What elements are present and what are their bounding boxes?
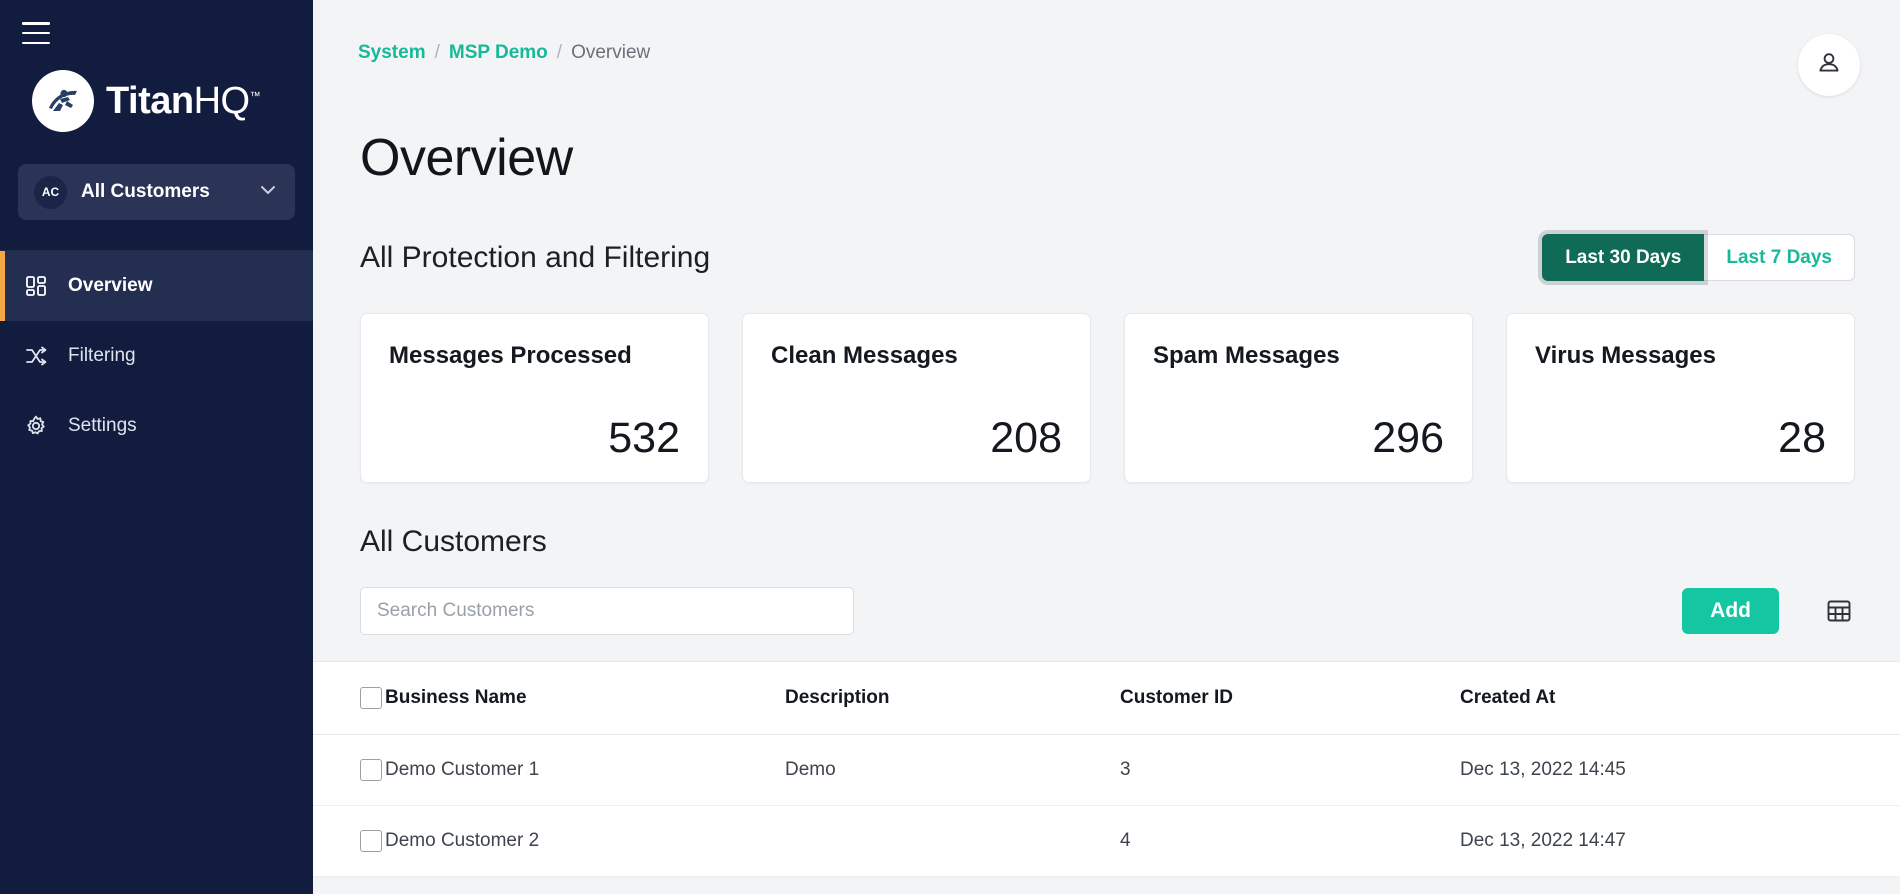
table-body: Demo Customer 1 Demo 3 Dec 13, 2022 14:4… [313,734,1900,877]
sidebar-item-filtering[interactable]: Filtering [0,321,313,391]
sidebar-nav: Overview Filtering Settings [0,251,313,461]
toolbar-actions: Add [1682,588,1855,634]
customers-table: Business Name Description Customer ID Cr… [313,662,1900,877]
stat-card-label: Spam Messages [1153,342,1340,369]
select-all-cell [313,662,385,735]
user-account-button[interactable] [1798,34,1860,96]
stat-card-group: Messages Processed 532 Clean Messages 20… [360,313,1855,483]
breadcrumb-separator: / [434,42,440,63]
table-header-row: Business Name Description Customer ID Cr… [313,662,1900,735]
stat-card-spam-messages: Spam Messages 296 [1124,313,1473,483]
customer-selector[interactable]: AC All Customers [18,164,295,220]
shuffle-icon [22,342,50,370]
breadcrumb-link-system[interactable]: System [358,42,426,64]
main-content: System / MSP Demo / Overview Overview Al… [313,0,1900,894]
column-header-business-name[interactable]: Business Name [385,662,785,735]
cell-business-name: Demo Customer 2 [385,805,785,877]
customers-toolbar: Add [360,587,1855,635]
top-bar: System / MSP Demo / Overview [313,0,1900,96]
hamburger-bar [22,41,50,44]
section-title-customers: All Customers [360,525,547,558]
cell-customer-id: 3 [1120,734,1460,806]
sidebar-item-label: Settings [68,415,137,436]
sidebar-item-label: Filtering [68,345,136,366]
sidebar-item-label: Overview [68,275,153,296]
row-checkbox[interactable] [360,829,382,852]
breadcrumb: System / MSP Demo / Overview [358,34,650,64]
add-customer-button[interactable]: Add [1682,588,1779,634]
table-row[interactable]: Demo Customer 1 Demo 3 Dec 13, 2022 14:4… [313,734,1900,806]
page-title: Overview [360,129,573,187]
hamburger-icon[interactable] [22,22,52,44]
breadcrumb-current: Overview [571,42,651,63]
brand-logo: TitanHQ™ [32,68,313,134]
stat-card-label: Messages Processed [389,342,632,369]
brand-word-light: HQ [193,80,251,122]
titanhq-mark-icon [32,70,94,132]
cell-created-at: Dec 13, 2022 14:45 [1460,734,1900,806]
chevron-down-icon [257,179,279,206]
brand-word-bold: Titan [106,80,194,122]
stat-card-virus-messages: Virus Messages 28 [1506,313,1855,483]
sidebar-item-settings[interactable]: Settings [0,391,313,461]
search-customers-input[interactable] [360,587,854,635]
cell-description: Demo [785,734,1120,806]
cell-created-at: Dec 13, 2022 14:47 [1460,805,1900,877]
customers-table-container: Business Name Description Customer ID Cr… [313,661,1900,877]
select-all-checkbox[interactable] [360,686,382,709]
breadcrumb-separator: / [556,42,563,63]
stat-card-clean-messages: Clean Messages 208 [742,313,1091,483]
app-root: TitanHQ™ AC All Customers Overview Filte… [0,0,1900,894]
dashboard-grid-icon [22,272,50,300]
toggle-last-7-days[interactable]: Last 7 Days [1704,234,1855,281]
section-title-protection: All Protection and Filtering [360,240,711,274]
toggle-last-30-days[interactable]: Last 30 Days [1542,234,1705,281]
brand-trademark: ™ [249,90,261,103]
row-checkbox[interactable] [360,758,382,781]
cell-customer-id: 4 [1120,805,1460,877]
row-select-cell [313,734,385,806]
customer-selector-label: All Customers [81,181,210,202]
table-view-icon[interactable] [1823,595,1855,627]
date-range-toggle: Last 30 Days Last 7 Days [1542,234,1855,281]
gear-icon [22,412,50,440]
row-select-cell [313,805,385,877]
breadcrumb-link-msp-demo[interactable]: MSP Demo [449,42,548,64]
user-icon [1815,49,1843,82]
brand-wordmark: TitanHQ™ [106,80,261,122]
stat-card-value: 208 [990,414,1062,462]
customer-avatar-badge: AC [34,175,67,209]
hamburger-bar [22,22,50,25]
column-header-created-at[interactable]: Created At [1460,662,1900,735]
stat-card-label: Virus Messages [1535,342,1716,369]
hamburger-bar [22,31,50,35]
table-row[interactable]: Demo Customer 2 4 Dec 13, 2022 14:47 [313,805,1900,877]
stat-card-label: Clean Messages [771,342,958,369]
protection-section-header: All Protection and Filtering Last 30 Day… [360,234,1855,281]
column-header-customer-id[interactable]: Customer ID [1120,662,1460,735]
cell-description [785,805,1120,877]
stat-card-value: 532 [608,414,680,462]
sidebar-item-overview[interactable]: Overview [0,251,313,321]
cell-business-name: Demo Customer 1 [385,734,785,806]
stat-card-messages-processed: Messages Processed 532 [360,313,709,483]
stat-card-value: 296 [1372,414,1444,462]
sidebar: TitanHQ™ AC All Customers Overview Filte… [0,0,313,894]
stat-card-value: 28 [1778,414,1826,462]
column-header-description[interactable]: Description [785,662,1120,735]
table-head: Business Name Description Customer ID Cr… [313,662,1900,735]
